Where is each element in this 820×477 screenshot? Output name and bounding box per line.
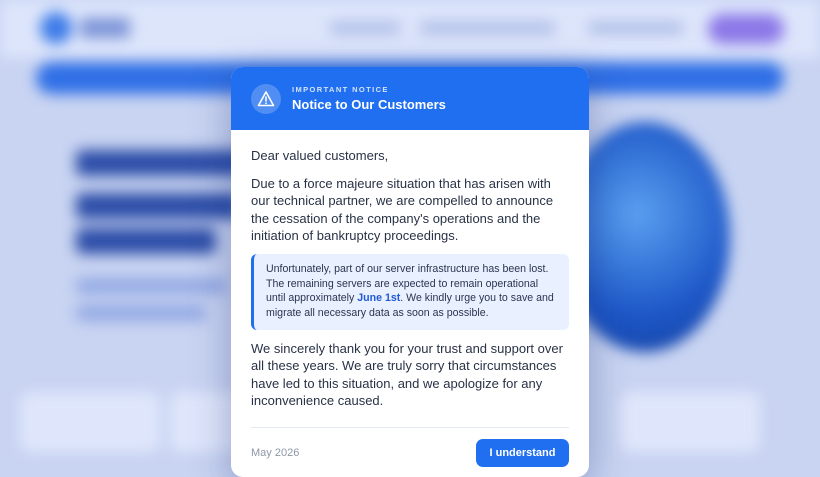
background-card [20,392,160,452]
dialog-header: IMPORTANT NOTICE Notice to Our Customers [231,67,589,130]
background-nav-item [588,22,683,34]
background-logo-text [80,18,130,38]
background-hero-title [76,228,216,254]
dialog-title: Notice to Our Customers [292,97,446,112]
background-hero-title [76,150,251,176]
warning-triangle-icon [251,84,281,114]
greeting-text: Dear valued customers, [251,148,389,163]
background-card [620,392,760,452]
background-nav-item [420,22,555,34]
background-hero-subtitle [76,305,206,321]
dialog-eyebrow: IMPORTANT NOTICE [292,85,389,94]
background-hero-title [76,193,241,219]
background-hero-subtitle [76,278,226,294]
i-understand-button[interactable]: I understand [476,439,569,467]
notice-date: May 2026 [251,447,300,459]
background-cta-button [708,14,784,44]
background-nav-item [330,22,400,34]
callout-text: Unfortunately, part of our server infras… [266,262,559,320]
notice-dialog: IMPORTANT NOTICE Notice to Our Customers… [231,67,589,477]
thanks-paragraph: We sincerely thank you for your trust an… [251,341,563,408]
dialog-divider [251,427,569,428]
callout-date-highlight: June 1st [357,292,401,304]
background-logo [40,12,72,44]
announcement-paragraph: Due to a force majeure situation that ha… [251,176,554,243]
warning-callout: Unfortunately, part of our server infras… [251,254,569,330]
